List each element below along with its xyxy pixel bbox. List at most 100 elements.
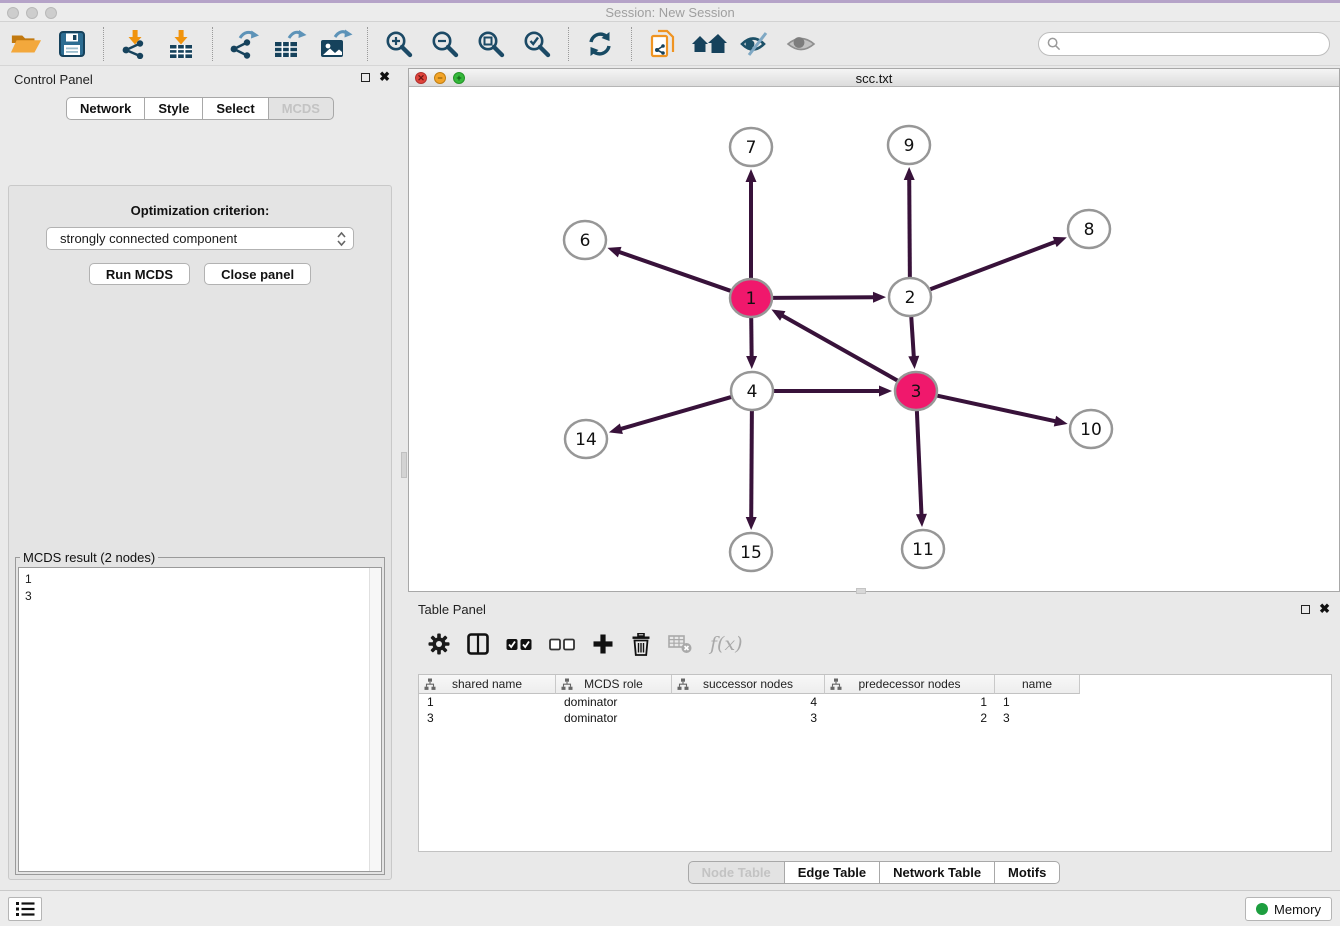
graph-node[interactable]: 9 xyxy=(888,126,930,164)
graph-edge[interactable] xyxy=(781,315,897,381)
table-cell[interactable]: 3 xyxy=(419,710,556,726)
float-panel-icon[interactable] xyxy=(361,73,370,82)
refresh-button[interactable] xyxy=(582,26,618,62)
graph-edge[interactable] xyxy=(917,411,922,516)
zoom-out-button[interactable] xyxy=(427,26,463,62)
graph-edge[interactable] xyxy=(773,297,875,298)
graph-node[interactable]: 11 xyxy=(902,530,944,568)
column-header[interactable]: name xyxy=(995,675,1080,694)
delete-table-button[interactable] xyxy=(668,634,693,654)
memory-label: Memory xyxy=(1274,902,1321,917)
table-cell[interactable]: dominator xyxy=(556,694,672,710)
import-network-button[interactable] xyxy=(117,26,153,62)
close-table-panel-icon[interactable]: ✖ xyxy=(1319,603,1330,615)
graph-edge[interactable] xyxy=(909,178,910,277)
graph-node[interactable]: 1 xyxy=(730,279,772,317)
vertical-splitter[interactable] xyxy=(400,66,408,890)
table-cell[interactable]: 2 xyxy=(825,710,995,726)
node-table[interactable]: shared nameMCDS rolesuccessor nodes prede… xyxy=(418,674,1332,852)
column-header-label: predecessor nodes xyxy=(858,677,960,691)
graph-edge[interactable] xyxy=(618,251,731,290)
graph-edge[interactable] xyxy=(911,317,914,358)
table-cell[interactable]: 1 xyxy=(419,694,556,710)
close-network-icon[interactable]: ✕ xyxy=(415,72,427,84)
tab-motifs[interactable]: Motifs xyxy=(994,861,1060,884)
export-table-button[interactable] xyxy=(272,26,308,62)
settings-gear-button[interactable] xyxy=(428,633,450,655)
graph-node[interactable]: 2 xyxy=(889,278,931,316)
optimization-criterion-select[interactable]: strongly connected component xyxy=(46,227,354,250)
graph-node[interactable]: 6 xyxy=(564,221,606,259)
tab-network[interactable]: Network xyxy=(66,97,145,120)
task-history-button[interactable] xyxy=(8,897,42,921)
network-canvas[interactable]: 7 9 6 8 1 2 4 3 14 10 15 11 xyxy=(409,87,1339,591)
graph-node-label: 3 xyxy=(911,382,922,402)
run-mcds-button[interactable]: Run MCDS xyxy=(89,263,190,285)
table-cell[interactable]: 4 xyxy=(672,694,825,710)
table-cell[interactable]: 1 xyxy=(825,694,995,710)
graph-edge-arrowhead xyxy=(1054,416,1068,427)
horizontal-splitter-grip[interactable] xyxy=(856,588,866,594)
open-session-icon xyxy=(10,31,42,57)
graph-node[interactable]: 3 xyxy=(895,372,937,410)
close-panel-icon[interactable]: ✖ xyxy=(379,71,390,83)
search-box[interactable] xyxy=(1038,32,1330,56)
deselect-all-button[interactable] xyxy=(549,638,575,651)
tab-select[interactable]: Select xyxy=(202,97,268,120)
graph-node[interactable]: 10 xyxy=(1070,410,1112,448)
table-cell[interactable]: dominator xyxy=(556,710,672,726)
column-header[interactable]: successor nodes xyxy=(672,675,825,694)
table-row[interactable]: 1dominator411 xyxy=(419,694,1331,710)
table-cell[interactable]: 1 xyxy=(995,694,1080,710)
zoom-fit-button[interactable] xyxy=(473,26,509,62)
maximize-network-icon[interactable]: + xyxy=(453,72,465,84)
zoom-in-button[interactable] xyxy=(381,26,417,62)
graph-edge[interactable] xyxy=(937,396,1057,422)
zoom-selected-button[interactable] xyxy=(519,26,555,62)
graph-node[interactable]: 8 xyxy=(1068,210,1110,248)
column-header[interactable]: MCDS role xyxy=(556,675,672,694)
mcds-result-area[interactable]: 1 3 xyxy=(18,567,382,872)
search-input[interactable] xyxy=(1066,34,1329,54)
column-header[interactable]: shared name xyxy=(419,675,556,694)
result-scrollbar[interactable] xyxy=(369,568,381,871)
hide-selected-button[interactable] xyxy=(737,26,773,62)
float-table-panel-icon[interactable] xyxy=(1301,605,1310,614)
table-row[interactable]: 3dominator323 xyxy=(419,710,1331,726)
graph-edge[interactable] xyxy=(751,411,752,519)
tab-mcds[interactable]: MCDS xyxy=(268,97,334,120)
graph-node[interactable]: 7 xyxy=(730,128,772,166)
table-cell[interactable]: 3 xyxy=(995,710,1080,726)
import-table-button[interactable] xyxy=(163,26,199,62)
table-cell[interactable]: 3 xyxy=(672,710,825,726)
export-image-button[interactable] xyxy=(318,26,354,62)
save-session-button[interactable] xyxy=(54,26,90,62)
show-all-button[interactable] xyxy=(783,26,819,62)
memory-button[interactable]: Memory xyxy=(1245,897,1332,921)
select-all-button[interactable] xyxy=(506,638,532,651)
add-column-button[interactable] xyxy=(592,633,614,655)
graph-node[interactable]: 4 xyxy=(731,372,773,410)
home-button[interactable] xyxy=(691,26,727,62)
function-builder-button[interactable]: f(x) xyxy=(710,633,743,655)
import-table-icon xyxy=(166,29,196,59)
graph-edge[interactable] xyxy=(619,397,731,429)
tab-network-table[interactable]: Network Table xyxy=(879,861,995,884)
column-selector-button[interactable] xyxy=(467,633,489,655)
close-panel-button[interactable]: Close panel xyxy=(204,263,311,285)
open-session-button[interactable] xyxy=(8,26,44,62)
network-window-titlebar[interactable]: ✕ − + scc.txt xyxy=(409,69,1339,87)
tab-style[interactable]: Style xyxy=(144,97,203,120)
column-type-icon xyxy=(424,678,436,691)
graph-node[interactable]: 14 xyxy=(565,420,607,458)
column-header[interactable]: predecessor nodes xyxy=(825,675,995,694)
tab-node-table[interactable]: Node Table xyxy=(688,861,785,884)
graph-edge[interactable] xyxy=(930,241,1056,289)
minimize-network-icon[interactable]: − xyxy=(434,72,446,84)
export-network-button[interactable] xyxy=(226,26,262,62)
tab-edge-table[interactable]: Edge Table xyxy=(784,861,880,884)
network-from-selection-button[interactable] xyxy=(645,26,681,62)
graph-node[interactable]: 15 xyxy=(730,533,772,571)
delete-column-button[interactable] xyxy=(631,633,651,656)
splitter-grip[interactable] xyxy=(401,452,407,478)
